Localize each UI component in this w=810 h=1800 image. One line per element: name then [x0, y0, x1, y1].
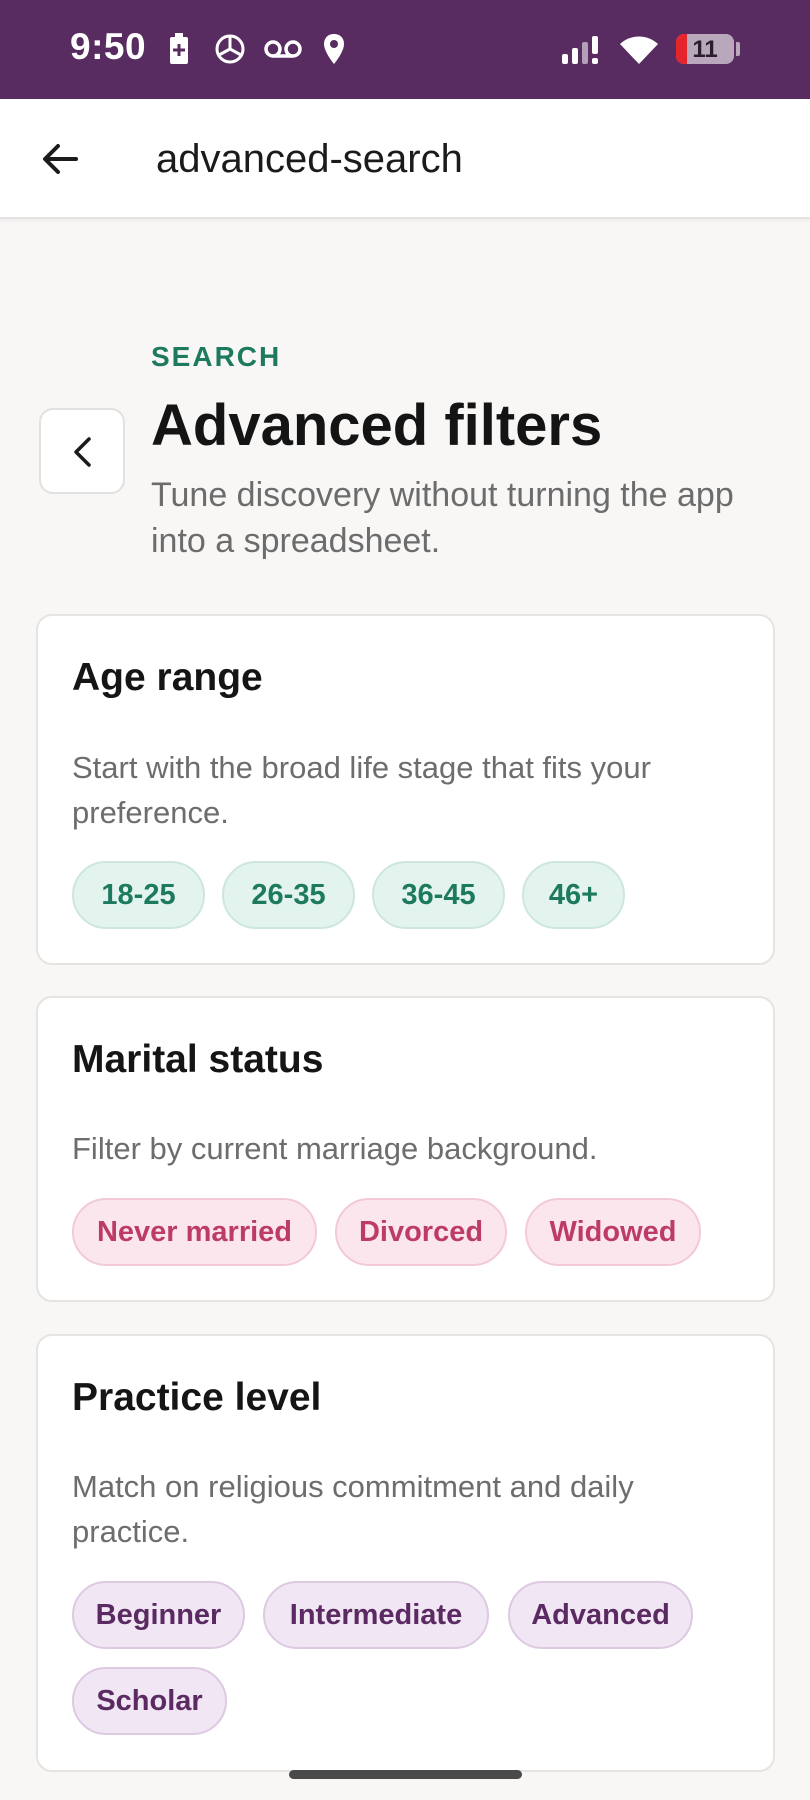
card-description: Start with the broad life stage that fit… — [72, 750, 651, 830]
battery-saver-icon — [170, 33, 188, 64]
age-range-card: Age range Start with the broad life stag… — [36, 614, 775, 965]
chip-age-18-25[interactable]: 18-25 — [72, 861, 205, 929]
chip-widowed[interactable]: Widowed — [525, 1198, 701, 1266]
home-indicator[interactable] — [289, 1770, 522, 1779]
marital-status-card: Marital status Filter by current marriag… — [36, 996, 775, 1302]
chatgpt-icon — [215, 34, 245, 64]
voicemail-icon — [264, 40, 302, 58]
card-description: Filter by current marriage background. — [72, 1131, 598, 1166]
battery-icon: 11 — [676, 34, 734, 64]
back-button[interactable] — [39, 408, 125, 494]
chevron-left-icon — [74, 437, 91, 467]
chip-never-married[interactable]: Never married — [72, 1198, 317, 1266]
card-description: Match on religious commitment and daily … — [72, 1469, 634, 1549]
card-title: Marital status — [72, 1038, 324, 1081]
card-title: Age range — [72, 656, 263, 699]
chip-age-26-35[interactable]: 26-35 — [222, 861, 355, 929]
practice-level-card: Practice level Match on religious commit… — [36, 1334, 775, 1772]
chip-age-46-plus[interactable]: 46+ — [522, 861, 625, 929]
section-eyebrow: SEARCH — [151, 341, 282, 372]
card-title: Practice level — [72, 1376, 322, 1419]
chip-scholar[interactable]: Scholar — [72, 1667, 227, 1735]
app-bar-title: advanced-search — [156, 137, 463, 181]
chip-divorced[interactable]: Divorced — [335, 1198, 507, 1266]
page-subtitle: Tune discovery without turning the app i… — [151, 476, 734, 560]
chip-age-36-45[interactable]: 36-45 — [372, 861, 505, 929]
status-time: 9:50 — [70, 26, 147, 67]
page-title: Advanced filters — [151, 393, 603, 458]
status-bar: 9:50 11 — [0, 0, 810, 99]
location-icon — [324, 34, 344, 64]
app-bar: advanced-search — [0, 99, 810, 219]
chip-intermediate[interactable]: Intermediate — [263, 1581, 489, 1649]
chip-advanced[interactable]: Advanced — [508, 1581, 693, 1649]
chip-beginner[interactable]: Beginner — [72, 1581, 245, 1649]
arrow-left-icon[interactable] — [38, 137, 82, 181]
signal-icon — [562, 36, 598, 64]
wifi-icon — [620, 36, 658, 64]
battery-level: 11 — [692, 36, 718, 63]
